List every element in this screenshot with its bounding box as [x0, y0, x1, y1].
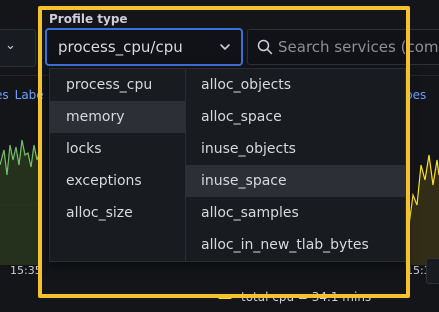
profile-category-item[interactable]: locks: [50, 133, 185, 165]
profile-type-cascader-menu: process_cpu memory locks exceptions alloc_si…: [49, 68, 407, 262]
link-right-types[interactable]: pes: [405, 88, 426, 102]
search-placeholder: Search services (comma: [278, 38, 439, 56]
profile-type-item[interactable]: inuse_space: [186, 165, 407, 197]
left-timeseries-graph: [0, 139, 40, 265]
profile-category-item[interactable]: process_cpu: [50, 69, 185, 101]
profile-type-value: process_cpu/cpu: [58, 38, 183, 56]
chevron-down-icon: ⌄: [5, 38, 16, 53]
profile-type-item[interactable]: alloc_in_new_tlab_bytes: [186, 229, 407, 261]
profile-type-item[interactable]: inuse_objects: [186, 133, 407, 165]
chevron-down-icon: [220, 44, 230, 50]
search-services-input[interactable]: Search services (comma: [247, 29, 439, 65]
profile-type-item[interactable]: alloc_space: [186, 101, 407, 133]
profile-type-select[interactable]: process_cpu/cpu: [45, 28, 243, 66]
profile-category-item[interactable]: exceptions: [50, 165, 185, 197]
legend-label: total cpu = 34.1 mins: [241, 290, 372, 304]
link-types[interactable]: es: [0, 88, 9, 102]
axis-tick-left: 15:35: [10, 264, 42, 277]
series-legend[interactable]: total cpu = 34.1 mins: [218, 289, 371, 305]
profile-type-item[interactable]: alloc_samples: [186, 197, 407, 229]
search-icon: [257, 39, 273, 55]
right-timeseries-graph: [405, 154, 439, 265]
left-dropdown-button[interactable]: ⌄: [0, 29, 36, 67]
profile-category-column: process_cpu memory locks exceptions alloc_si…: [50, 69, 186, 261]
profile-type-label: Profile type: [49, 12, 128, 26]
profile-category-item[interactable]: alloc_size: [50, 197, 185, 229]
profile-category-item[interactable]: memory: [50, 101, 185, 133]
link-labels[interactable]: Labe: [15, 88, 44, 102]
right-edge-button[interactable]: [426, 258, 439, 284]
left-panel-links: es Labe: [0, 88, 50, 102]
profile-type-item[interactable]: alloc_objects: [186, 69, 407, 101]
profile-type-column: alloc_objects alloc_space inuse_objects inu…: [186, 69, 407, 261]
legend-swatch: [218, 295, 232, 299]
app-root: ⌄ Search services (comma es Labe pes 15:3…: [0, 0, 439, 312]
